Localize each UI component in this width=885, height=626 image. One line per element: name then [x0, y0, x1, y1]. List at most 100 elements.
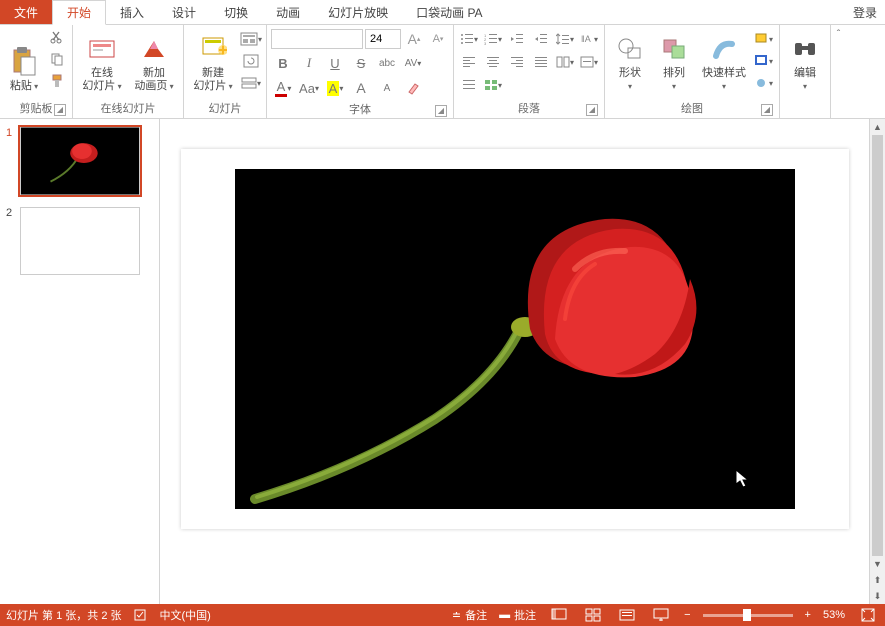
slideshow-view-button[interactable] — [650, 606, 672, 624]
convert-smartart-button[interactable]: ▾ — [482, 75, 504, 95]
shape-fill-button[interactable]: ▾ — [753, 29, 775, 49]
cut-button[interactable] — [46, 27, 68, 47]
shapes-button[interactable]: 形状▾ — [609, 27, 651, 95]
canvas-scroll[interactable] — [160, 119, 869, 604]
numbering-button[interactable]: 123▾ — [482, 29, 504, 49]
tab-pocket-anim[interactable]: 口袋动画 PA — [402, 0, 496, 24]
tab-design[interactable]: 设计 — [158, 0, 210, 24]
group-font-label: 字体 — [349, 104, 371, 116]
bullets-button[interactable]: ▾ — [458, 29, 480, 49]
new-anim-page-button[interactable]: 新加 动画页 ▾ — [129, 27, 179, 95]
new-anim-label: 新加 动画页 — [134, 67, 167, 92]
new-slide-button[interactable]: 新建 幻灯片 ▾ — [188, 27, 238, 95]
slide-canvas[interactable] — [181, 149, 849, 529]
tab-home[interactable]: 开始 — [52, 0, 106, 25]
shrink-font-button[interactable]: A▾ — [427, 29, 449, 49]
align-dist-button[interactable] — [458, 75, 480, 95]
zoom-slider[interactable] — [703, 614, 793, 617]
language-button[interactable]: 中文(中国) — [160, 607, 211, 623]
tab-insert[interactable]: 插入 — [106, 0, 158, 24]
font-dialog-launcher[interactable]: ◢ — [435, 105, 447, 117]
ribbon: 粘贴 ▾ 剪贴板◢ 在线 幻灯片 ▾ 新加 动画页 ▾ 在线幻灯片 — [0, 25, 885, 119]
online-slides-label: 在线 幻灯片 — [82, 67, 115, 92]
quick-styles-button[interactable]: 快速样式▾ — [697, 27, 751, 95]
columns-button[interactable]: ▾ — [554, 52, 576, 72]
slide-counter[interactable]: 幻灯片 第 1 张，共 2 张 — [6, 607, 122, 623]
align-text-button[interactable]: ▾ — [578, 52, 600, 72]
arrange-button[interactable]: 排列▾ — [653, 27, 695, 95]
paragraph-dialog-launcher[interactable]: ◢ — [586, 104, 598, 116]
clear-format-button[interactable] — [401, 77, 425, 99]
text-direction-button[interactable]: ‖A▾ — [578, 29, 600, 49]
font-size-input[interactable] — [365, 29, 401, 49]
tab-slideshow[interactable]: 幻灯片放映 — [314, 0, 402, 24]
font-grow2-button[interactable]: A — [349, 77, 373, 99]
indent-inc-button[interactable] — [530, 29, 552, 49]
shapes-icon — [614, 33, 646, 65]
italic-button[interactable]: I — [297, 52, 321, 74]
tab-transition[interactable]: 切换 — [210, 0, 262, 24]
login-link[interactable]: 登录 — [845, 0, 885, 24]
thumbnail-1[interactable]: 1 — [6, 127, 153, 195]
paste-icon — [8, 46, 40, 78]
font-name-input[interactable] — [271, 29, 363, 49]
change-case-button[interactable]: Aa▾ — [297, 77, 321, 99]
shadow-button[interactable]: abc — [375, 52, 399, 74]
zoom-out-button[interactable]: − — [684, 609, 690, 621]
new-slide-icon — [197, 33, 229, 65]
shape-effects-button[interactable]: ▾ — [753, 73, 775, 93]
grow-font-button[interactable]: A▴ — [403, 29, 425, 49]
copy-button[interactable] — [46, 49, 68, 69]
vertical-scrollbar[interactable]: ▲ ▼ ⬆ ⬇ — [869, 119, 885, 604]
group-font: A▴ A▾ B I U S abc AV▾ A▾ Aa▾ A▾ A A 字体 ◢ — [267, 25, 454, 118]
bold-button[interactable]: B — [271, 52, 295, 74]
align-left-button[interactable] — [458, 52, 480, 72]
zoom-in-button[interactable]: + — [805, 609, 811, 621]
char-spacing-button[interactable]: AV▾ — [401, 52, 425, 74]
tab-file[interactable]: 文件 — [0, 0, 52, 24]
collapse-ribbon-button[interactable]: ˆ — [830, 25, 846, 118]
new-anim-icon — [138, 33, 170, 65]
prev-slide-button[interactable]: ⬆ — [870, 572, 885, 588]
find-button[interactable]: 编辑▾ — [784, 27, 826, 95]
svg-text:3: 3 — [484, 41, 487, 45]
strike-button[interactable]: S — [349, 52, 373, 74]
spellcheck-button[interactable] — [134, 608, 148, 622]
group-paragraph: ▾ 123▾ ▾ ‖A▾ ▾ ▾ ▾ 段落◢ — [454, 25, 605, 118]
comments-button[interactable]: ▬ 批注 — [499, 607, 536, 623]
thumbnail-2[interactable]: 2 — [6, 207, 153, 275]
thumbnail-1-number: 1 — [6, 127, 16, 195]
font-shrink2-button[interactable]: A — [375, 77, 399, 99]
line-spacing-button[interactable]: ▾ — [554, 29, 576, 49]
notes-button[interactable]: ≐ 备注 — [452, 607, 487, 623]
drawing-dialog-launcher[interactable]: ◢ — [761, 104, 773, 116]
font-color-button[interactable]: A▾ — [271, 77, 295, 99]
scroll-up-button[interactable]: ▲ — [870, 119, 885, 135]
align-justify-button[interactable] — [530, 52, 552, 72]
next-slide-button[interactable]: ⬇ — [870, 588, 885, 604]
sorter-view-button[interactable] — [582, 606, 604, 624]
underline-button[interactable]: U — [323, 52, 347, 74]
shapes-label: 形状 — [619, 67, 641, 79]
shape-outline-button[interactable]: ▾ — [753, 51, 775, 71]
status-bar: 幻灯片 第 1 张，共 2 张 中文(中国) ≐ 备注 ▬ 批注 − + 53% — [0, 604, 885, 626]
scroll-down-button[interactable]: ▼ — [870, 556, 885, 572]
align-center-button[interactable] — [482, 52, 504, 72]
align-right-button[interactable] — [506, 52, 528, 72]
section-button[interactable]: ▾ — [240, 73, 262, 93]
zoom-percent[interactable]: 53% — [823, 609, 845, 621]
format-painter-button[interactable] — [46, 71, 68, 91]
zoom-slider-handle[interactable] — [743, 609, 751, 621]
indent-dec-button[interactable] — [506, 29, 528, 49]
normal-view-button[interactable] — [548, 606, 570, 624]
tab-animation[interactable]: 动画 — [262, 0, 314, 24]
clipboard-dialog-launcher[interactable]: ◢ — [54, 104, 66, 116]
highlight-button[interactable]: A▾ — [323, 77, 347, 99]
layout-button[interactable]: ▾ — [240, 29, 262, 49]
fit-window-button[interactable] — [857, 606, 879, 624]
reset-button[interactable] — [240, 51, 262, 71]
slide-image[interactable] — [235, 169, 795, 509]
reading-view-button[interactable] — [616, 606, 638, 624]
online-slides-button[interactable]: 在线 幻灯片 ▾ — [77, 27, 127, 95]
paste-button[interactable]: 粘贴 ▾ — [4, 27, 44, 95]
